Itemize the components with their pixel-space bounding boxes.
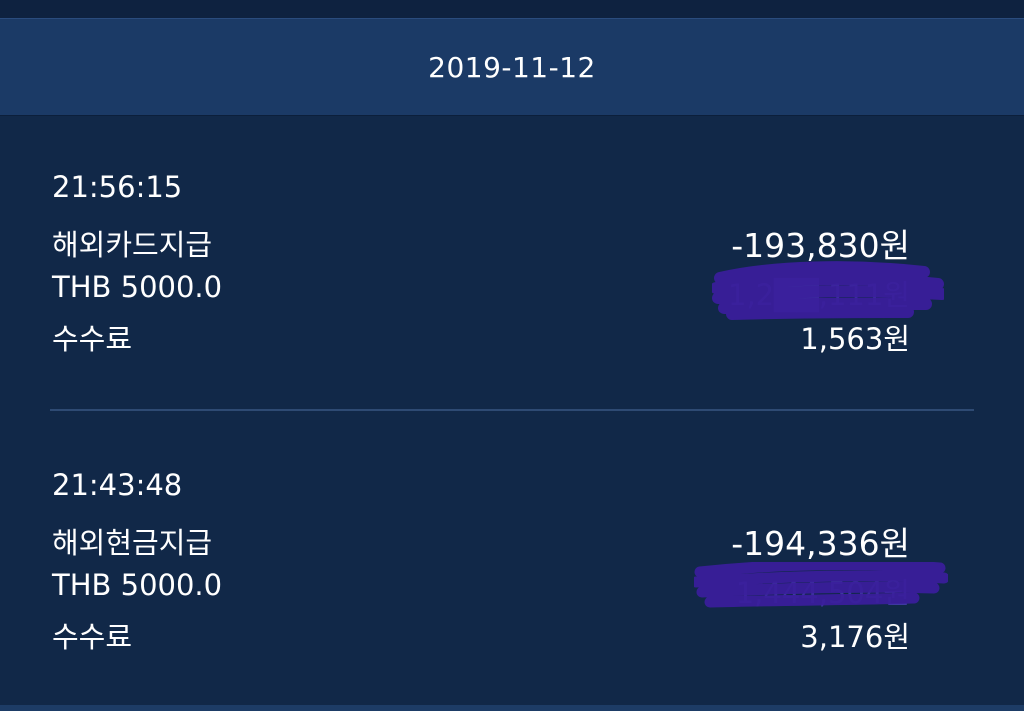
transaction-time: 21:43:48 [52,468,183,502]
transaction-type-row: 해외현금지급 -194,336원 [52,520,910,568]
redacted-balance: 1,444,504원 [736,570,910,610]
redacted-balance: 1,2██,111원 [728,272,910,312]
bottom-strip [0,705,1024,711]
transaction-type: 해외카드지급 [52,228,213,262]
transaction-time-row: 21:43:48 [52,468,910,516]
currency-amount: THB 5000.0 [52,270,223,304]
fee-amount: 3,176원 [800,620,910,654]
currency-amount: THB 5000.0 [52,568,223,602]
transaction-type: 해외현금지급 [52,526,213,560]
fee-label: 수수료 [52,322,133,356]
fee-label: 수수료 [52,620,133,654]
transaction-time: 21:56:15 [52,170,183,204]
transaction-amount: -193,830원 [731,226,910,265]
transaction-amount: -194,336원 [731,524,910,563]
top-strip [0,0,1024,18]
date-header: 2019-11-12 [0,18,1024,116]
transaction-time-row: 21:56:15 [52,170,910,218]
fee-row: 수수료 3,176원 [52,614,910,662]
transaction-history-screen: 2019-11-12 21:56:15 해외카드지급 -193,830원 THB… [0,0,1024,711]
redacted-balance-text: 1,2██,111원 [728,278,910,312]
redacted-balance-text: 1,444,504원 [735,576,910,610]
transaction-currency-row: THB 5000.0 1,2██,111원 [52,261,944,320]
transaction-currency-row: THB 5000.0 1,444,504원 [52,562,948,616]
list-divider [50,409,974,411]
date-label: 2019-11-12 [428,50,596,84]
fee-row: 수수료 1,563원 [52,316,910,364]
transaction-type-row: 해외카드지급 -193,830원 [52,222,910,270]
fee-amount: 1,563원 [800,322,910,356]
